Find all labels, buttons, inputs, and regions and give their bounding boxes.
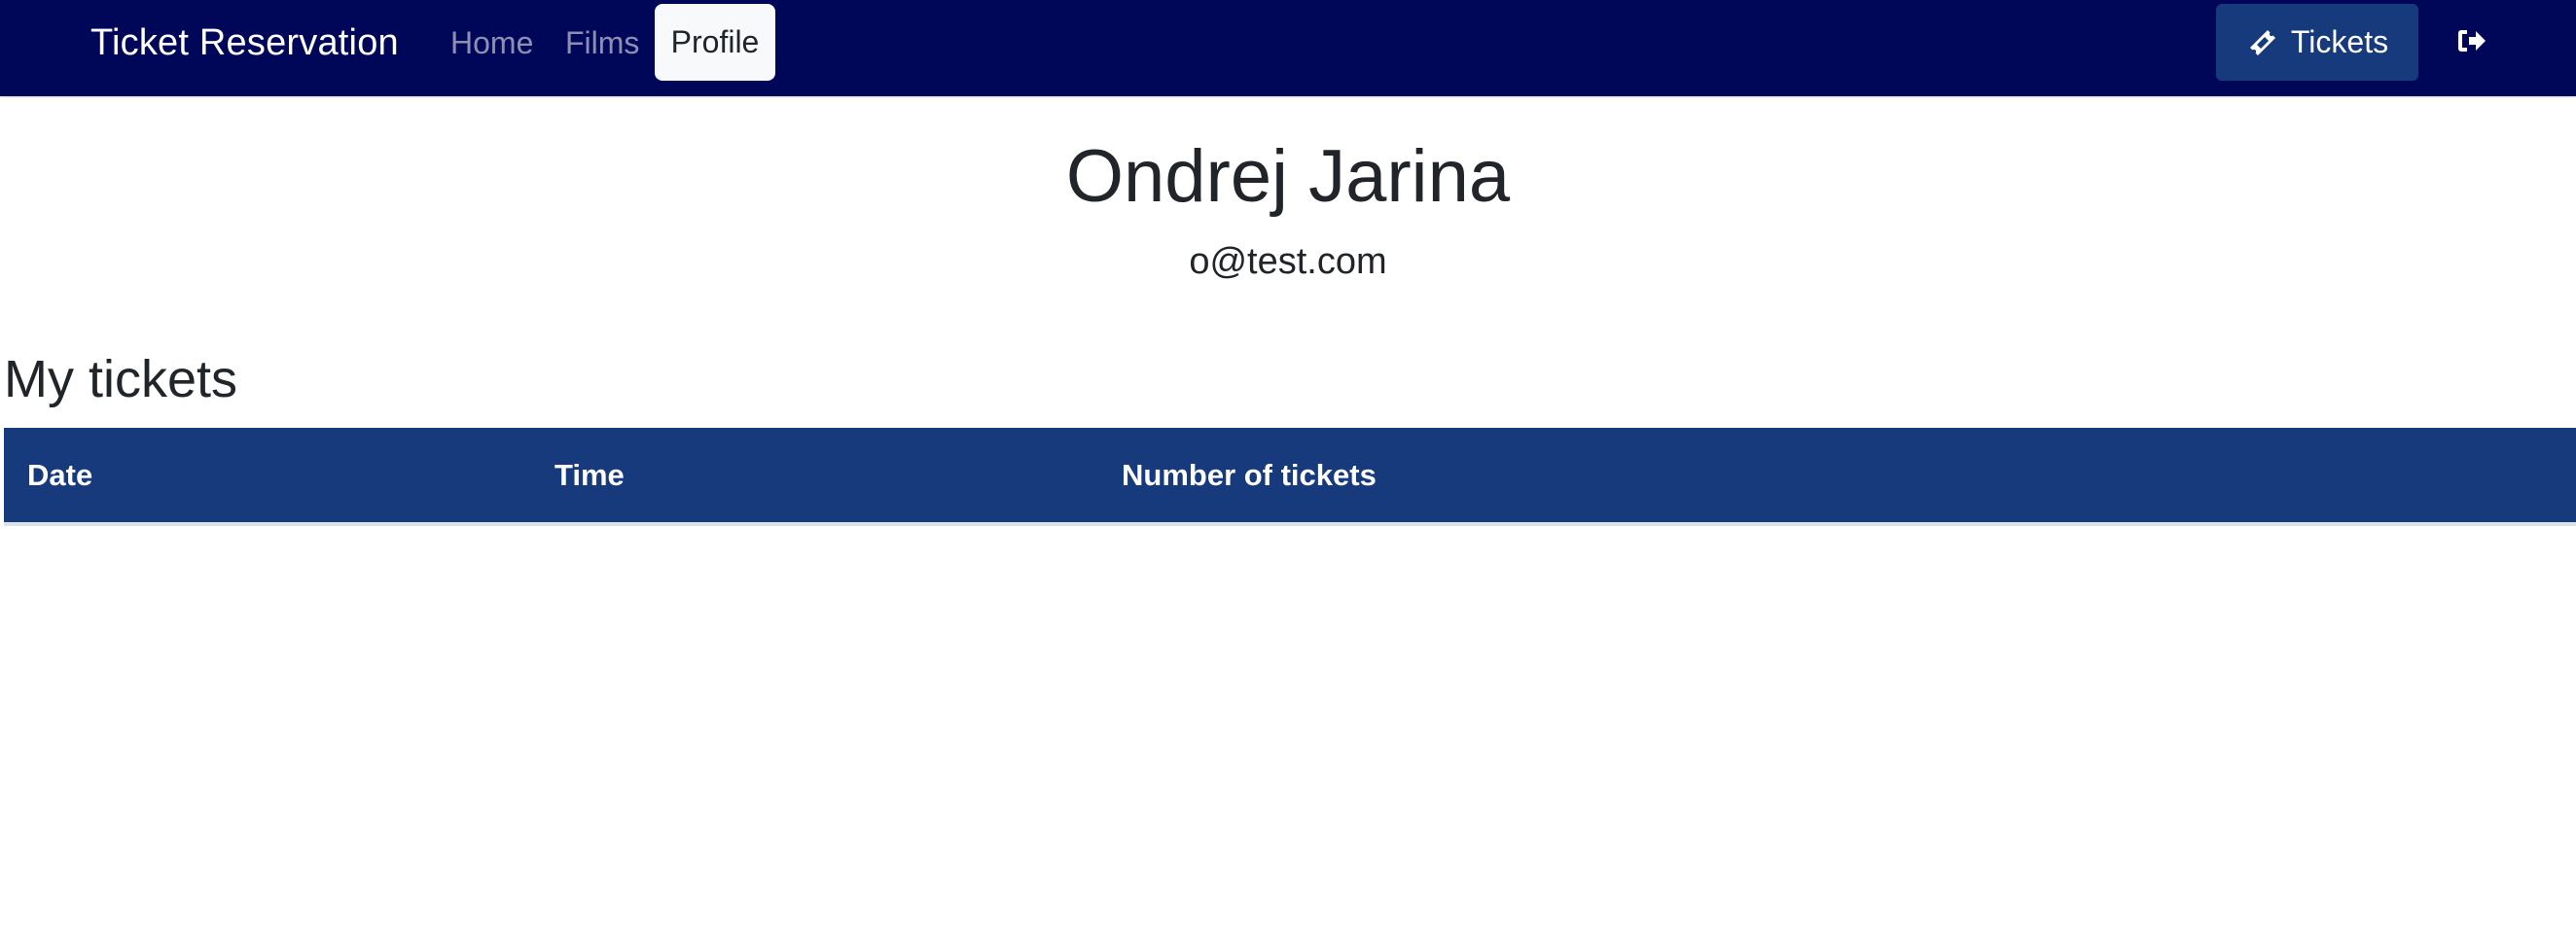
tickets-button[interactable]: Tickets (2216, 4, 2418, 81)
column-header-time: Time (555, 428, 1122, 526)
column-header-date: Date (4, 428, 555, 526)
logout-button[interactable] (2454, 25, 2489, 60)
ticket-icon (2246, 26, 2279, 59)
nav-link-films[interactable]: Films (565, 0, 639, 87)
tickets-button-label: Tickets (2290, 24, 2389, 59)
my-tickets-heading: My tickets (4, 350, 238, 408)
sign-out-icon (2457, 27, 2487, 59)
profile-email: o@test.com (1189, 241, 1387, 282)
nav-link-profile[interactable]: Profile (655, 4, 775, 81)
table-header-row: Date Time Number of tickets (4, 428, 2576, 526)
profile-name: Ondrej Jarina (1065, 135, 1511, 218)
tickets-table: Date Time Number of tickets (4, 428, 2576, 526)
nav-link-home[interactable]: Home (450, 0, 533, 87)
brand-title[interactable]: Ticket Reservation (90, 0, 399, 87)
column-header-number-of-tickets: Number of tickets (1122, 428, 2576, 526)
top-navbar: Ticket Reservation Home Films Profile Ti… (0, 0, 2576, 96)
